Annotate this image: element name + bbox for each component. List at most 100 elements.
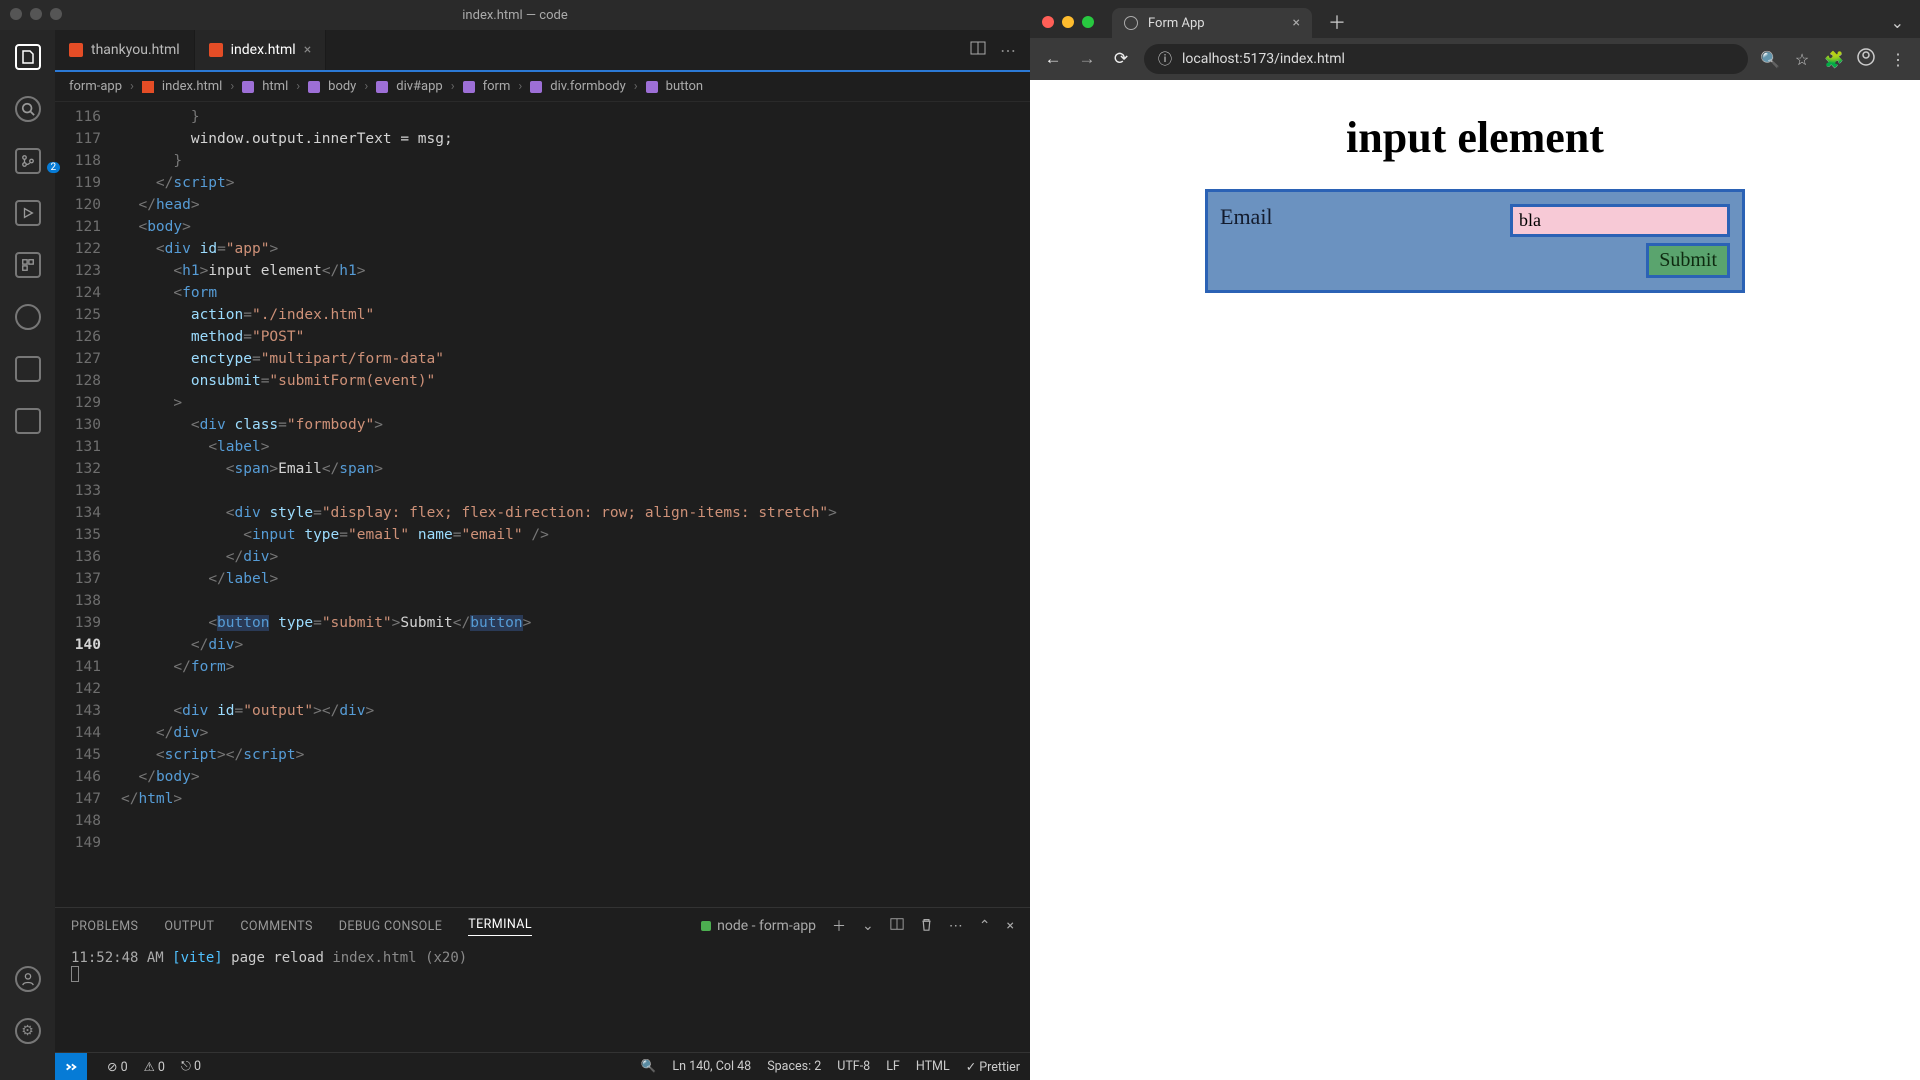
bookmarks-icon[interactable] xyxy=(15,408,41,434)
close-tab-icon[interactable]: × xyxy=(304,42,311,58)
activity-bar: 2 ⚙ xyxy=(0,30,55,1080)
email-label: Email xyxy=(1220,204,1273,230)
extensions-icon[interactable] xyxy=(15,252,41,278)
panel-tab-problems[interactable]: PROBLEMS xyxy=(71,919,138,934)
bookmark-star-icon[interactable]: ☆ xyxy=(1792,50,1812,69)
crumb[interactable]: form xyxy=(483,79,511,94)
terminal-task[interactable]: node - form-app xyxy=(701,918,816,934)
code-editor[interactable]: 1161171181191201211221231241251261271281… xyxy=(55,102,1030,907)
crumb[interactable]: button xyxy=(666,79,703,94)
site-info-icon[interactable]: ⓘ xyxy=(1158,49,1172,69)
status-bar: ⊘ 0 ⚠ 0 ⎋ 0 🔍 Ln 140, Col 48 Spaces: 2 U… xyxy=(55,1052,1030,1080)
vscode-titlebar: index.html — code xyxy=(0,0,1030,30)
extensions-puzzle-icon[interactable]: 🧩 xyxy=(1824,50,1844,69)
close-panel-icon[interactable]: × xyxy=(1007,918,1014,934)
browser-window-controls[interactable] xyxy=(1042,16,1094,28)
close-tab-icon[interactable]: × xyxy=(1293,15,1300,31)
search-icon[interactable] xyxy=(15,96,41,122)
zoom-dot-icon[interactable] xyxy=(1082,16,1094,28)
panel: PROBLEMS OUTPUT COMMENTS DEBUG CONSOLE T… xyxy=(55,907,1030,1052)
explorer-icon[interactable] xyxy=(15,44,41,70)
vscode-window: index.html — code 2 xyxy=(0,0,1030,1080)
status-eol[interactable]: LF xyxy=(886,1059,900,1074)
close-dot-icon[interactable] xyxy=(10,8,22,20)
new-terminal-icon[interactable]: ＋ xyxy=(832,916,846,936)
browser-tab[interactable]: Form App × xyxy=(1112,8,1312,38)
task-status-icon xyxy=(701,921,711,931)
status-lang[interactable]: HTML xyxy=(916,1059,950,1074)
remote-explorer-icon[interactable] xyxy=(15,304,41,330)
crumb[interactable]: div.formbody xyxy=(550,79,625,94)
close-dot-icon[interactable] xyxy=(1042,16,1054,28)
zoom-icon[interactable]: 🔍 xyxy=(1760,50,1780,69)
remote-indicator[interactable] xyxy=(55,1053,87,1080)
crumb[interactable]: form-app xyxy=(69,79,122,94)
tabstrip-dropdown-icon[interactable]: ⌄ xyxy=(1885,13,1910,32)
status-spaces[interactable]: Spaces: 2 xyxy=(767,1059,821,1074)
log-count: (x20) xyxy=(425,950,467,966)
more-panel-actions-icon[interactable]: ⋯ xyxy=(949,918,963,934)
terminal-body[interactable]: 11:52:48 AM [vite] page reload index.htm… xyxy=(55,944,1030,1052)
source-control-icon[interactable] xyxy=(15,148,41,174)
crumb[interactable]: div#app xyxy=(396,79,442,94)
reload-button[interactable]: ⟳ xyxy=(1110,49,1132,69)
browser-tabstrip: Form App × ＋ ⌄ xyxy=(1030,0,1920,38)
editor-tabs: thankyou.html index.html × ⋯ xyxy=(55,30,1030,72)
tab-thankyou[interactable]: thankyou.html xyxy=(55,30,195,70)
panel-tab-output[interactable]: OUTPUT xyxy=(164,919,214,934)
settings-gear-icon[interactable]: ⚙ xyxy=(15,1018,41,1044)
run-debug-icon[interactable] xyxy=(15,200,41,226)
email-form: Email Submit xyxy=(1205,189,1745,293)
browser-window: Form App × ＋ ⌄ ← → ⟳ ⓘ localhost:5173/in… xyxy=(1030,0,1920,1080)
forward-button[interactable]: → xyxy=(1076,49,1098,69)
testing-icon[interactable] xyxy=(15,356,41,382)
panel-tab-debug[interactable]: DEBUG CONSOLE xyxy=(339,919,443,934)
minimize-dot-icon[interactable] xyxy=(30,8,42,20)
crumb[interactable]: html xyxy=(262,79,288,94)
submit-button[interactable]: Submit xyxy=(1646,243,1730,278)
breadcrumbs[interactable]: form-app› index.html› html› body› div#ap… xyxy=(55,72,1030,102)
scm-badge: 2 xyxy=(47,162,61,173)
profile-avatar-icon[interactable] xyxy=(1856,48,1876,70)
status-search-icon[interactable]: 🔍 xyxy=(641,1059,657,1074)
email-input[interactable] xyxy=(1510,204,1730,237)
kill-terminal-icon[interactable] xyxy=(920,918,933,935)
symbol-icon xyxy=(463,81,475,93)
status-cursor[interactable]: Ln 140, Col 48 xyxy=(672,1059,751,1074)
line-gutter: 1161171181191201211221231241251261271281… xyxy=(55,102,115,907)
symbol-icon xyxy=(242,81,254,93)
panel-tabs: PROBLEMS OUTPUT COMMENTS DEBUG CONSOLE T… xyxy=(55,908,1030,944)
terminal-dropdown-icon[interactable]: ⌄ xyxy=(862,918,874,934)
browser-toolbar: ← → ⟳ ⓘ localhost:5173/index.html 🔍 ☆ 🧩 … xyxy=(1030,38,1920,80)
zoom-dot-icon[interactable] xyxy=(50,8,62,20)
status-errors[interactable]: ⊘ 0 xyxy=(107,1059,128,1075)
crumb[interactable]: body xyxy=(328,79,356,94)
more-actions-icon[interactable]: ⋯ xyxy=(1000,41,1016,60)
accounts-icon[interactable] xyxy=(15,966,41,992)
tab-label: thankyou.html xyxy=(91,42,180,58)
address-bar[interactable]: ⓘ localhost:5173/index.html xyxy=(1144,44,1748,74)
back-button[interactable]: ← xyxy=(1042,49,1064,69)
code-content[interactable]: } window.output.innerText = msg; } </scr… xyxy=(115,102,1030,907)
status-warnings[interactable]: ⚠ 0 xyxy=(144,1059,165,1075)
log-file: index.html xyxy=(332,950,416,966)
browser-menu-icon[interactable]: ⋮ xyxy=(1888,50,1908,69)
browser-tab-title: Form App xyxy=(1148,16,1205,31)
symbol-icon xyxy=(376,81,388,93)
window-controls[interactable] xyxy=(10,8,62,20)
status-encoding[interactable]: UTF-8 xyxy=(837,1059,870,1074)
crumb[interactable]: index.html xyxy=(162,79,222,94)
new-tab-button[interactable]: ＋ xyxy=(1320,9,1354,35)
panel-tab-terminal[interactable]: TERMINAL xyxy=(468,917,532,936)
log-time: 11:52:48 AM xyxy=(71,950,164,966)
panel-tab-comments[interactable]: COMMENTS xyxy=(240,919,312,934)
status-formatter[interactable]: Prettier xyxy=(966,1059,1020,1075)
status-ports[interactable]: ⎋ 0 xyxy=(181,1059,201,1074)
window-title: index.html — code xyxy=(462,8,567,23)
maximize-panel-icon[interactable]: ⌃ xyxy=(979,918,991,934)
minimize-dot-icon[interactable] xyxy=(1062,16,1074,28)
terminal-cursor xyxy=(71,966,79,982)
split-terminal-icon[interactable] xyxy=(890,917,904,935)
tab-index[interactable]: index.html × xyxy=(195,30,327,70)
split-editor-icon[interactable] xyxy=(970,40,986,60)
